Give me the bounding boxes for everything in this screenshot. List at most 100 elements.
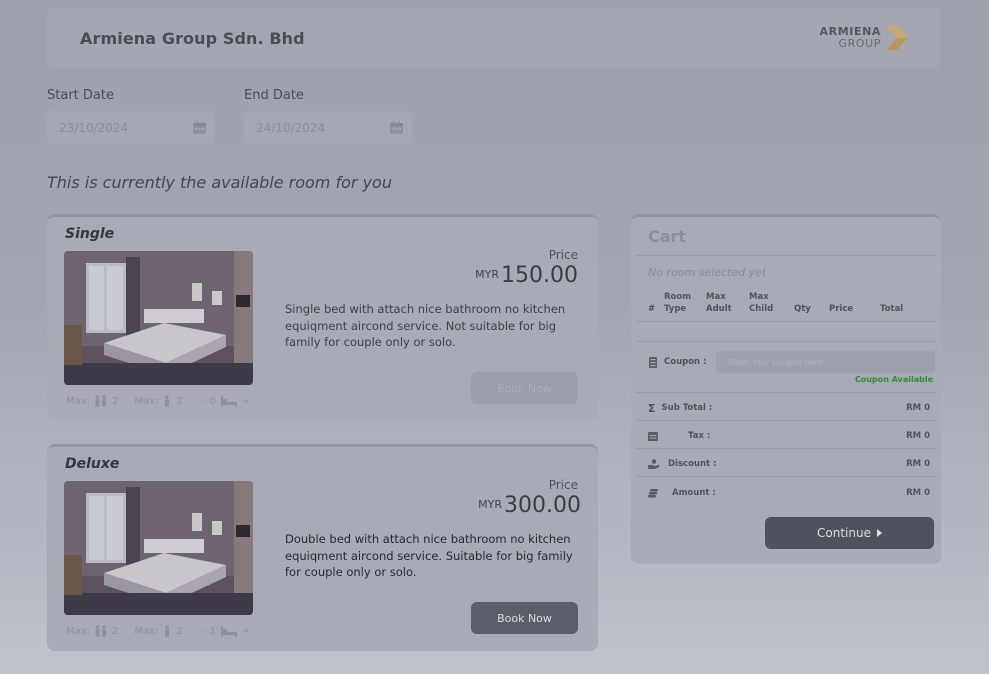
subtotal-row: Σ Sub Total : RM 0 [648, 401, 930, 415]
start-date-group: Start Date 23/10/2024 [47, 88, 215, 145]
qty-value: 0 [209, 395, 216, 407]
price-display: MYR 300.00 [478, 493, 581, 518]
max-adult-count: 2 [112, 625, 119, 637]
sigma-icon: Σ [648, 401, 656, 415]
end-date-input[interactable]: 24/10/2024 [244, 111, 412, 145]
cart-panel: Cart No room selected yet # Room Type Ma… [631, 214, 941, 564]
amount-label: Amount : [672, 488, 716, 498]
room-photo [64, 481, 253, 615]
divider [636, 341, 936, 342]
tax-label: Tax : [688, 431, 711, 441]
room-qty-stepper: - 0 + [201, 395, 250, 407]
logo-text-line2: GROUP [838, 37, 881, 50]
max-child-label: Max: [134, 395, 159, 407]
start-date-value: 23/10/2024 [59, 121, 129, 135]
coupon-row: Coupon : Enter Your Coupon here [648, 351, 935, 373]
start-date-input[interactable]: 23/10/2024 [47, 111, 215, 145]
child-icon [165, 625, 170, 637]
room-card-single: Single Price MYR 150.00 Single bed with … [47, 214, 598, 420]
divider [636, 321, 936, 322]
max-child-info: Max: 2 [134, 625, 183, 637]
price-display: MYR 150.00 [475, 263, 578, 288]
col-room-type: Room Type [664, 292, 692, 314]
available-rooms-heading: This is currently the available room for… [47, 173, 392, 192]
calendar-icon[interactable] [192, 121, 207, 135]
end-date-group: End Date 24/10/2024 [244, 88, 412, 145]
divider [636, 476, 936, 477]
book-now-button[interactable]: Book Now [471, 372, 578, 404]
company-name: Armiena Group Sdn. Bhd [80, 28, 305, 48]
child-icon [165, 395, 170, 407]
bed-icon [220, 395, 237, 407]
adults-icon [95, 625, 107, 637]
end-date-label: End Date [244, 88, 304, 103]
max-child-count: 2 [176, 625, 183, 637]
max-child-info: Max: 2 [134, 395, 183, 407]
max-adult-label: Max: [66, 625, 91, 637]
price-amount: 150.00 [501, 263, 578, 288]
continue-button[interactable]: Continue [765, 517, 934, 549]
adults-icon [95, 395, 107, 407]
amount-value: RM 0 [906, 488, 930, 498]
end-date-value: 24/10/2024 [256, 121, 326, 135]
book-now-button[interactable]: Book Now [471, 602, 578, 634]
page: Armiena Group Sdn. Bhd ARMIENA GROUP Sta… [0, 0, 989, 674]
discount-label: Discount : [668, 459, 717, 469]
tax-value: RM 0 [906, 431, 930, 441]
amount-row: Amount : RM 0 [648, 486, 930, 500]
discount-hand-icon [648, 459, 659, 469]
start-date-label: Start Date [47, 88, 114, 103]
logo-chevron-icon [886, 26, 908, 50]
room-name: Single [65, 226, 115, 242]
price-currency: MYR [478, 498, 503, 511]
max-adult-count: 2 [112, 395, 119, 407]
room-description: Double bed with attach nice bathroom no … [285, 532, 573, 579]
header-bar: Armiena Group Sdn. Bhd ARMIENA GROUP [47, 8, 940, 68]
increment-button[interactable]: + [242, 626, 250, 637]
discount-value: RM 0 [906, 459, 930, 469]
max-adult-info: Max: 2 [66, 625, 118, 637]
max-child-count: 2 [176, 395, 183, 407]
col-qty: Qty [794, 304, 811, 314]
max-child-label: Max: [134, 625, 159, 637]
divider [636, 420, 936, 421]
price-label: Price [548, 248, 578, 262]
calendar-icon[interactable] [389, 121, 404, 135]
subtotal-label: Sub Total : [661, 403, 713, 413]
price-currency: MYR [475, 268, 500, 281]
max-adult-label: Max: [66, 395, 91, 407]
col-total: Total [880, 304, 904, 314]
bed-icon [220, 625, 237, 637]
increment-button[interactable]: + [242, 396, 250, 407]
coins-icon [648, 489, 658, 498]
coupon-label: Coupon : [664, 357, 707, 367]
room-card-deluxe: Deluxe Price MYR 300.00 Double bed with … [47, 444, 598, 651]
coupon-input[interactable]: Enter Your Coupon here [716, 351, 935, 373]
cart-title: Cart [648, 227, 687, 246]
price-amount: 300.00 [504, 493, 581, 518]
room-qty-stepper: - 1 + [201, 625, 250, 637]
room-photo [64, 251, 253, 385]
coupon-icon [649, 356, 657, 368]
divider [636, 255, 936, 256]
max-adult-info: Max: 2 [66, 395, 118, 407]
divider [636, 448, 936, 449]
room-capacity: Max: 2 Max: 2 - 1 + [66, 625, 250, 637]
cart-empty-message: No room selected yet [648, 266, 767, 279]
qty-value: 1 [209, 625, 216, 637]
col-index: # [648, 304, 656, 314]
company-logo[interactable]: ARMIENA GROUP [820, 24, 910, 52]
room-name: Deluxe [65, 456, 120, 472]
subtotal-value: RM 0 [906, 403, 930, 413]
divider [636, 392, 936, 393]
coupon-available-text[interactable]: Coupon Available [855, 375, 933, 384]
tax-row: Tax : RM 0 [648, 429, 930, 443]
col-max-adult: Max Adult [706, 292, 732, 314]
decrement-button[interactable]: - [201, 396, 205, 407]
decrement-button[interactable]: - [201, 626, 205, 637]
caret-right-icon [876, 529, 882, 537]
room-description: Single bed with attach nice bathroom no … [285, 302, 566, 349]
col-price: Price [829, 304, 854, 314]
col-max-child: Max Child [749, 292, 774, 314]
continue-label: Continue [817, 526, 871, 540]
